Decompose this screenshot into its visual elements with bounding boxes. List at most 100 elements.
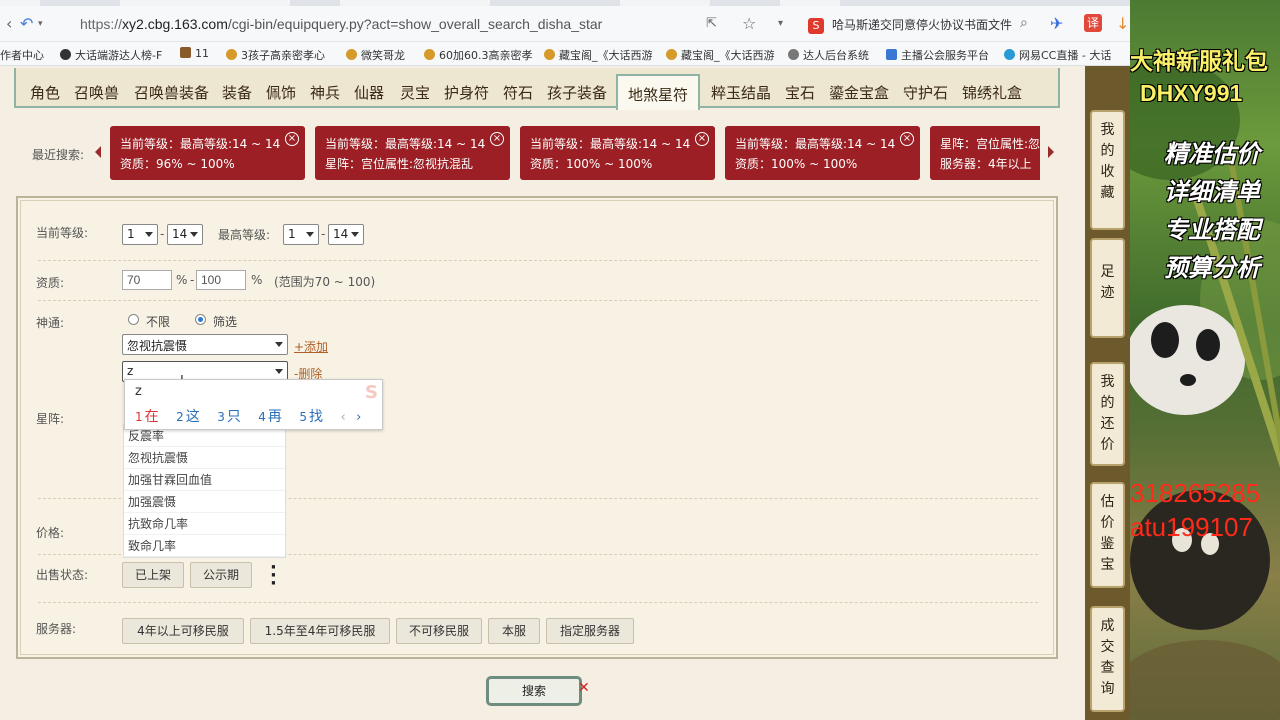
tab-category[interactable]: 鎏金宝盒: [829, 82, 889, 103]
tab-category[interactable]: 角色: [30, 82, 60, 103]
bookmark-item[interactable]: 网易CC直播 - 大话: [1004, 47, 1111, 63]
server-4y-button[interactable]: 4年以上可移民服: [122, 618, 244, 644]
dropdown-option[interactable]: 致命几率: [124, 535, 285, 557]
download-icon[interactable]: ↓: [1116, 14, 1129, 33]
quality-max-input[interactable]: [196, 270, 246, 290]
tab-category[interactable]: 粹玉结晶: [711, 82, 771, 103]
chevron-down-icon[interactable]: ▾: [38, 19, 43, 29]
chevron-down-icon: [275, 342, 283, 347]
scroll-left-arrow-icon[interactable]: [95, 146, 101, 158]
bookmark-item[interactable]: 3孩子高亲密孝心: [226, 47, 325, 63]
back-icon[interactable]: ‹: [6, 14, 12, 33]
add-link[interactable]: +添加: [294, 338, 328, 355]
radio-filter[interactable]: [195, 314, 206, 325]
bookmark-item[interactable]: 藏宝阁_《大话西游: [666, 47, 775, 63]
tab-category[interactable]: 护身符: [444, 82, 489, 103]
ad-line: 专业搭配: [1164, 216, 1260, 244]
tab-category[interactable]: 孩子装备: [547, 82, 607, 103]
tab-category[interactable]: 佩饰: [266, 82, 296, 103]
bookmark-item[interactable]: 藏宝阁_《大话西游: [544, 47, 653, 63]
url-field[interactable]: https://xy2.cbg.163.com/cgi-bin/equipque…: [80, 16, 602, 32]
level-from-select[interactable]: 1: [122, 224, 158, 245]
bookmark-item[interactable]: 作者中心: [0, 47, 44, 63]
search-button[interactable]: 搜索: [486, 676, 582, 706]
sidebar-appraisal[interactable]: 估价鉴宝: [1090, 482, 1125, 588]
ime-candidate[interactable]: 4再: [258, 409, 282, 425]
recent-search-chip[interactable]: 星阵：宫位属性:忽 服务器：4年以上: [930, 126, 1040, 180]
dropdown-option[interactable]: 加强甘霖回血值: [124, 469, 285, 491]
translate-icon[interactable]: 译: [1084, 14, 1102, 32]
dropdown-option[interactable]: 忽视抗震慑: [124, 447, 285, 469]
tab-category[interactable]: 灵宝: [400, 82, 430, 103]
close-icon[interactable]: ×: [900, 132, 914, 146]
sidebar-favorites[interactable]: 我的收藏: [1090, 110, 1125, 230]
tab-category[interactable]: 宝石: [785, 82, 815, 103]
recent-search-chip[interactable]: 当前等级：最高等级:14 ~ 14 星阵：宫位属性:忽视抗混乱 ×: [315, 126, 510, 180]
public-period-button[interactable]: 公示期: [190, 562, 252, 588]
tab-category-active[interactable]: 地煞星符: [616, 74, 701, 110]
server-1-5y-button[interactable]: 1.5年至4年可移民服: [250, 618, 390, 644]
tab-category[interactable]: 神兵: [310, 82, 340, 103]
bookmarks-bar: 作者中心 大话端游达人榜-F 11 3孩子高亲密孝心 微笑哥龙 60加60.3高…: [0, 42, 1130, 66]
max-to-select[interactable]: 14: [328, 224, 364, 245]
bookmark-item[interactable]: 微笑哥龙: [346, 47, 405, 63]
sidebar-my-offers[interactable]: 我的还价: [1090, 362, 1125, 466]
server-specify-button[interactable]: 指定服务器: [546, 618, 634, 644]
ime-prev-icon[interactable]: ‹: [340, 410, 345, 425]
search-icon[interactable]: ⌕: [1020, 15, 1028, 31]
close-icon[interactable]: ✕: [578, 680, 590, 696]
ime-candidate[interactable]: 2这: [176, 409, 200, 425]
quality-hint: (范围为70 ~ 100): [274, 275, 376, 289]
category-tabs: 角色 召唤兽 召唤兽装备 装备 佩饰 神兵 仙器 灵宝 护身符 符石 孩子装备 …: [14, 68, 1060, 110]
dropdown-option[interactable]: 加强震慑: [124, 491, 285, 513]
recent-search-chip[interactable]: 当前等级：最高等级:14 ~ 14 资质：100% ~ 100% ×: [520, 126, 715, 180]
tab-category[interactable]: 锦绣礼盒: [962, 82, 1022, 103]
bookmark-item[interactable]: 11: [180, 47, 209, 60]
radio-filter-label: 筛选: [213, 315, 238, 329]
bookmark-item[interactable]: 达人后台系统: [788, 47, 869, 63]
news-notice[interactable]: S 哈马斯递交同意停火协议书面文件: [808, 16, 1020, 36]
page-icon: [886, 49, 897, 60]
bookmark-item[interactable]: 大话端游达人榜-F: [60, 47, 162, 63]
close-icon[interactable]: ×: [490, 132, 504, 146]
shentong-select-1[interactable]: 忽视抗震慑: [122, 334, 288, 355]
tab-category[interactable]: 仙器: [354, 82, 384, 103]
level-to-select[interactable]: 14: [167, 224, 203, 245]
sidebar-deal-query[interactable]: 成交查询: [1090, 606, 1125, 712]
server-no-migrate-button[interactable]: 不可移民服: [396, 618, 482, 644]
tab-category[interactable]: 守护石: [903, 82, 948, 103]
tab-category[interactable]: 符石: [503, 82, 533, 103]
tab-category[interactable]: 装备: [222, 82, 252, 103]
bookmark-item[interactable]: 主播公会服务平台: [886, 47, 989, 63]
ad-line: 详细清单: [1164, 178, 1260, 206]
ime-candidate[interactable]: 3只: [217, 409, 241, 425]
ime-candidate-window: z S 1在 2这 3只 4再 5找 ‹ ›: [124, 379, 383, 430]
server-current-button[interactable]: 本服: [488, 618, 540, 644]
ime-next-icon[interactable]: ›: [356, 410, 361, 425]
recent-search-chip[interactable]: 当前等级：最高等级:14 ~ 14 资质：96% ~ 100% ×: [110, 126, 305, 180]
undo-icon[interactable]: ↶: [20, 14, 33, 33]
ime-candidate[interactable]: 1在: [135, 409, 159, 425]
sidebar-footprint[interactable]: 足迹: [1090, 238, 1125, 338]
bird-icon[interactable]: ✈: [1050, 14, 1063, 33]
quality-min-input[interactable]: [122, 270, 172, 290]
stream-advertisement: 大神新服礼包 DHXY991 精准估价 详细清单 专业搭配 预算分析 31826…: [1130, 0, 1280, 720]
tab-category[interactable]: 召唤兽: [74, 82, 119, 103]
max-from-select[interactable]: 1: [283, 224, 319, 245]
share-icon[interactable]: ⇱: [706, 16, 717, 31]
recent-search-chip[interactable]: 当前等级：最高等级:14 ~ 14 资质：100% ~ 100% ×: [725, 126, 920, 180]
close-icon[interactable]: ×: [695, 132, 709, 146]
radio-unlimited[interactable]: [128, 314, 139, 325]
scroll-right-arrow-icon[interactable]: [1048, 146, 1054, 158]
ad-line: 预算分析: [1164, 254, 1260, 282]
close-icon[interactable]: ×: [285, 132, 299, 146]
dropdown-option[interactable]: 抗致命几率: [124, 513, 285, 535]
sogou-ime-icon: S: [365, 382, 378, 403]
tab-category[interactable]: 召唤兽装备: [134, 82, 209, 103]
more-vertical-icon[interactable]: · · ·: [270, 559, 277, 593]
chevron-down-icon[interactable]: ▾: [778, 18, 783, 29]
on-sale-button[interactable]: 已上架: [122, 562, 184, 588]
star-icon[interactable]: ☆: [742, 14, 756, 33]
ime-candidate[interactable]: 5找: [299, 409, 323, 425]
bookmark-item[interactable]: 60加60.3高亲密孝: [424, 47, 533, 63]
